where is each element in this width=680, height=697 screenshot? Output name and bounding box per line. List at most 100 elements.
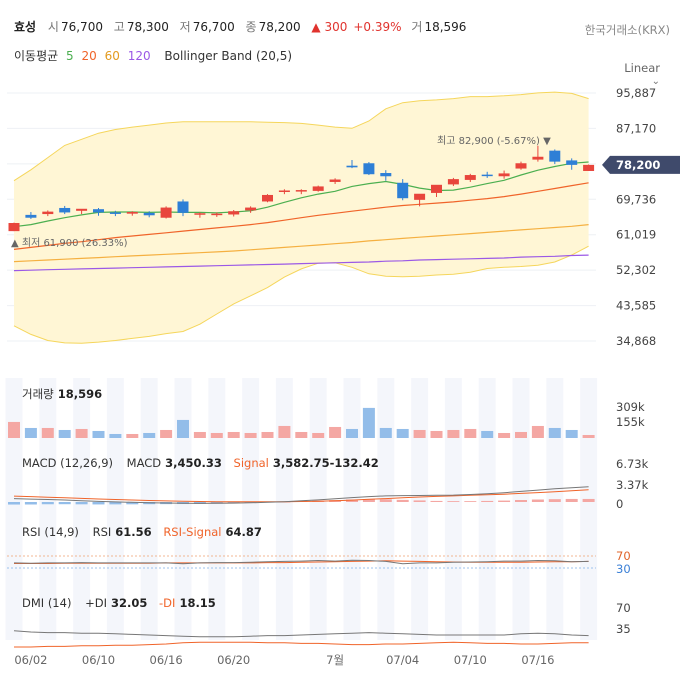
grid-stripe — [309, 378, 327, 640]
candle-body — [93, 209, 104, 213]
mdi-line — [14, 641, 589, 648]
volume-bar — [278, 425, 291, 438]
price-axis-label: 69,736 — [616, 192, 656, 206]
dmi-title: DMI (14) — [22, 596, 72, 610]
macd-histogram-bar — [498, 500, 511, 502]
volume-bar — [244, 432, 257, 438]
macd-label: MACD — [126, 456, 162, 470]
mdi-value: 18.15 — [179, 596, 216, 610]
candle-body — [329, 179, 341, 182]
rsi-signal-value: 64.87 — [225, 525, 262, 539]
macd-histogram-bar — [41, 502, 54, 505]
grid-stripe — [242, 378, 260, 640]
volume-bar — [160, 429, 173, 438]
dmi-axis-label: 35 — [616, 622, 631, 636]
volume-panel-title: 거래량 18,596 — [22, 386, 110, 402]
volume-bar — [193, 431, 206, 438]
date-axis-label: 06/20 — [217, 653, 250, 667]
pdi-label: +DI — [85, 596, 107, 610]
macd-hist-value: -132.42 — [329, 456, 379, 470]
volume-bar — [362, 407, 375, 438]
candle-body — [177, 201, 189, 213]
date-axis-label: 07/04 — [386, 653, 419, 667]
volume-panel-value: 18,596 — [57, 387, 103, 401]
macd-title: MACD (12,26,9) — [22, 456, 113, 470]
candle-body — [295, 190, 307, 192]
macd-histogram-bar — [447, 501, 460, 502]
pdi-line — [13, 630, 589, 638]
candle-body — [464, 175, 476, 180]
macd-histogram-bar — [92, 502, 105, 505]
macd-signal-line — [13, 489, 589, 503]
macd-histogram-bar — [582, 498, 595, 502]
candle-body — [76, 208, 88, 211]
candle-body — [346, 165, 358, 168]
candle-body — [397, 182, 409, 199]
pdi-value: 32.05 — [110, 596, 148, 610]
candle-body — [312, 186, 324, 191]
candle-body — [59, 207, 71, 213]
grid-stripe — [580, 378, 598, 640]
macd-histogram-bar — [75, 502, 88, 505]
macd-histogram-bar — [58, 502, 71, 505]
macd-histogram-bar — [548, 499, 561, 502]
macd-histogram-bar — [430, 500, 443, 502]
price-axis-label: 95,887 — [616, 86, 656, 100]
volume-bar — [143, 432, 156, 438]
grid-stripe — [512, 378, 530, 640]
volume-bar — [531, 425, 544, 438]
volume-bar — [481, 430, 494, 438]
candle-body — [363, 163, 375, 175]
price-axis-label: 43,585 — [616, 299, 656, 313]
volume-bar — [312, 432, 325, 438]
grid-stripe — [546, 378, 564, 640]
volume-bar — [396, 428, 409, 438]
candle-body — [211, 213, 223, 216]
volume-bar — [329, 426, 342, 438]
volume-bar — [413, 429, 426, 438]
candle-body — [549, 150, 561, 162]
date-axis-label: 06/02 — [14, 653, 47, 667]
candle-body — [245, 207, 257, 211]
stock-chart-canvas[interactable]: 95,88787,17078,45369,73661,01952,30243,5… — [0, 0, 680, 697]
macd-axis-label: 0 — [616, 497, 623, 511]
volume-bar — [346, 428, 358, 438]
volume-bar — [41, 427, 54, 438]
rsi-label: RSI — [92, 525, 112, 539]
volume-bar — [447, 429, 460, 438]
date-axis-label: 7월 — [326, 653, 344, 667]
macd-histogram-bar — [481, 500, 494, 502]
macd-histogram-bar — [565, 498, 578, 502]
price-axis-label: 52,302 — [616, 263, 656, 277]
volume-title: 거래량 — [22, 387, 54, 401]
volume-bar — [177, 419, 189, 438]
macd-histogram-bar — [396, 499, 409, 502]
grid-stripe — [343, 378, 361, 640]
macd-panel-title: MACD (12,26,9) MACD 3,450.33 Signal 3,582.… — [22, 456, 387, 470]
candle-body — [262, 194, 273, 202]
candle-body — [431, 184, 442, 193]
grid-stripe — [478, 378, 496, 640]
grid-stripe — [5, 378, 23, 640]
current-price-label: 78,200 — [616, 158, 660, 172]
price-axis-label: 34,868 — [616, 334, 656, 348]
volume-bar — [58, 429, 71, 438]
date-axis-label: 07/16 — [521, 653, 554, 667]
volume-bar — [295, 431, 308, 438]
candle-body — [414, 193, 426, 200]
macd-histogram-bar — [515, 500, 527, 502]
price-axis-label: 87,170 — [616, 121, 656, 135]
rsi-axis-label: 70 — [616, 549, 631, 563]
volume-bar — [109, 433, 122, 438]
price-axis-label: 61,019 — [616, 228, 656, 242]
high-annotation: 최고 82,900 (-5.67%) ▼ — [437, 135, 551, 147]
candle-body — [498, 173, 510, 177]
grid-stripe — [444, 378, 462, 640]
volume-axis-label: 155k — [616, 415, 645, 429]
rsi-title: RSI (14,9) — [22, 525, 79, 539]
rsi-value: 61.56 — [115, 525, 152, 539]
candle-body — [160, 207, 172, 218]
candle-body — [8, 223, 20, 232]
volume-bar — [92, 430, 105, 438]
volume-bar — [582, 434, 595, 438]
